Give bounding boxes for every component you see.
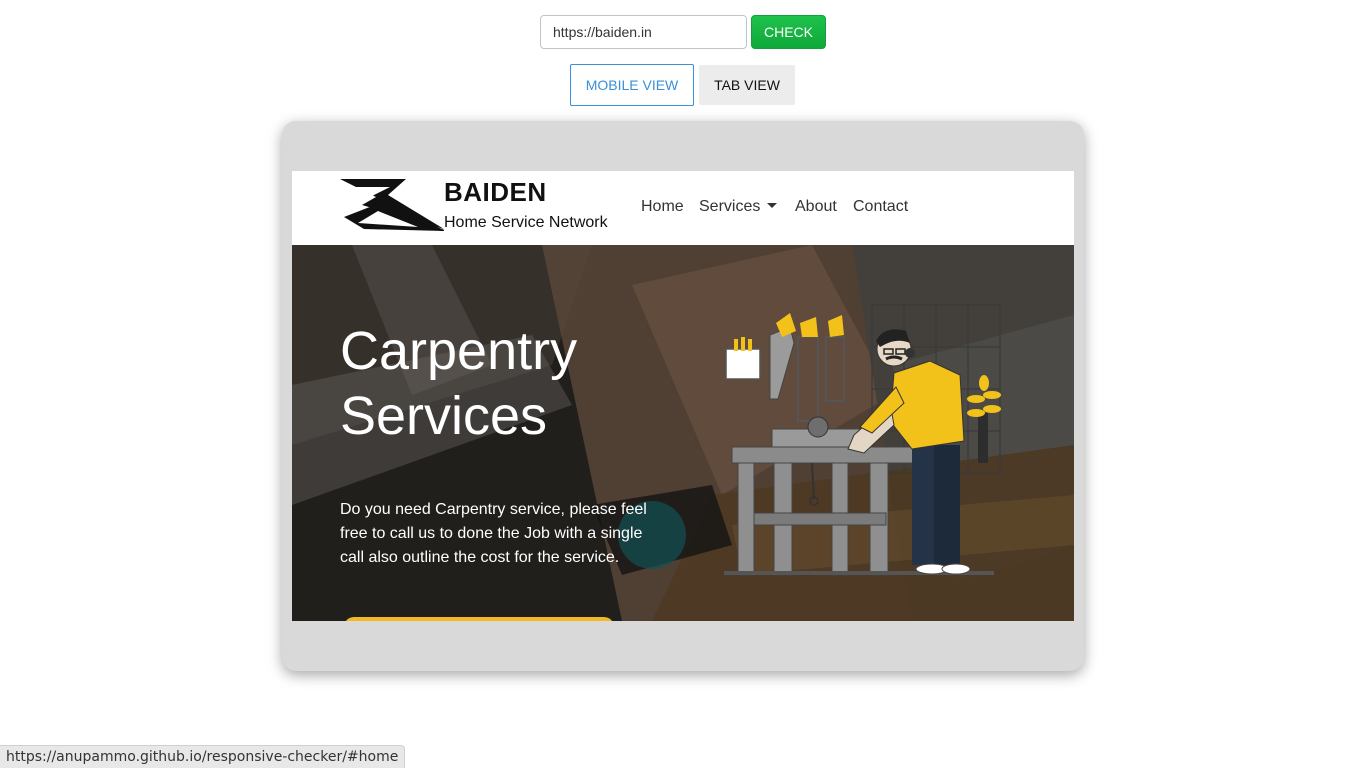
hero-section: Carpentry Services Do you need Carpentry… xyxy=(292,245,1074,621)
url-input[interactable] xyxy=(540,15,747,49)
nav-services[interactable]: Services xyxy=(699,198,778,216)
mobile-view-button[interactable]: MOBILE VIEW xyxy=(570,64,694,106)
site-preview[interactable]: BAIDEN Home Service Network Home Service… xyxy=(292,171,1074,621)
check-button[interactable]: CHECK xyxy=(751,15,826,49)
carpenter-illustration xyxy=(724,304,1001,576)
nav-home[interactable]: Home xyxy=(641,198,684,216)
device-frame: BAIDEN Home Service Network Home Service… xyxy=(282,121,1084,671)
brand-tagline: Home Service Network xyxy=(444,214,608,231)
tab-view-button[interactable]: TAB VIEW xyxy=(699,65,795,105)
dropdown-caret-icon xyxy=(767,203,778,208)
browser-status-bar: https://anupammo.github.io/responsive-ch… xyxy=(0,745,406,768)
baiden-logo-icon[interactable] xyxy=(340,179,444,231)
hero-title: Carpentry Services xyxy=(340,321,578,446)
hero-description: Do you need Carpentry service, please fe… xyxy=(340,501,647,566)
nav-about[interactable]: About xyxy=(795,198,837,216)
nav-services-label: Services xyxy=(699,198,761,215)
cta-button[interactable] xyxy=(344,617,614,621)
nav-contact[interactable]: Contact xyxy=(853,198,908,216)
brand-name[interactable]: BAIDEN xyxy=(444,177,547,208)
site-navbar: BAIDEN Home Service Network Home Service… xyxy=(292,171,1074,245)
